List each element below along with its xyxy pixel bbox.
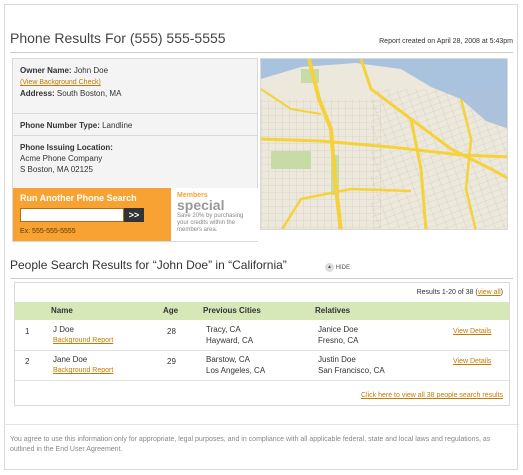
- map-image: [261, 59, 507, 229]
- column-header-cities: Previous Cities: [203, 306, 261, 315]
- phone-search-box: Run Another Phone Search >> Ex: 555-555-…: [13, 188, 171, 241]
- row-city-1: Barstow, CA: [206, 355, 251, 364]
- row-age: 29: [167, 357, 176, 366]
- column-header-relatives: Relatives: [315, 306, 351, 315]
- page-title: Phone Results For (555) 555-5555: [10, 30, 226, 46]
- column-header-name: Name: [51, 306, 73, 315]
- footer-divider: [4, 424, 519, 425]
- search-title: Run Another Phone Search: [20, 193, 137, 203]
- row-number: 2: [25, 357, 30, 366]
- collapse-triangle-icon: ▲: [325, 263, 334, 272]
- view-all-results-link[interactable]: Click here to view all 38 people search …: [361, 392, 503, 399]
- phone-type-value: Landline: [102, 121, 133, 130]
- hide-label: HIDE: [335, 265, 351, 272]
- column-header-age: Age: [163, 306, 179, 315]
- issuing-label: Phone Issuing Location:: [20, 143, 113, 152]
- results-count: Results 1-20 of 38 (view all): [417, 289, 503, 296]
- owner-section: Owner Name: John Doe (View Background Ch…: [13, 59, 257, 114]
- row-relative-2: Fresno, CA: [318, 336, 359, 345]
- results-count-text: Results 1-20 of 38 (: [416, 289, 478, 296]
- phone-search-input[interactable]: [20, 208, 124, 222]
- phone-type-section: Phone Number Type: Landline: [13, 114, 257, 136]
- people-results-title: People Search Results for “John Doe” in …: [10, 258, 287, 272]
- row-relative-1: Justin Doe: [318, 355, 356, 364]
- view-all-link[interactable]: view all: [478, 289, 501, 296]
- view-details-link[interactable]: View Details: [453, 356, 491, 367]
- header-divider: [10, 52, 513, 53]
- row-age: 28: [167, 327, 176, 336]
- members-promo-text: Save 20% by purchasing your credits with…: [177, 213, 244, 233]
- view-background-check-link[interactable]: (View Background Check): [20, 79, 101, 86]
- search-example: Ex: 555-555-5555: [20, 228, 76, 235]
- special-label: special: [177, 197, 225, 213]
- row-city-2: Hayward, CA: [206, 336, 254, 345]
- phone-info-panel: Owner Name: John Doe (View Background Ch…: [12, 58, 259, 242]
- row-number: 1: [25, 327, 30, 336]
- table-row: 1 J Doe Background Report 28 Tracy, CA H…: [15, 321, 509, 351]
- background-report-link[interactable]: Background Report: [53, 335, 113, 346]
- row-name: J Doe: [53, 325, 74, 334]
- table-row: 2 Jane Doe Background Report 29 Barstow,…: [15, 351, 509, 381]
- issuing-company: Acme Phone Company: [20, 154, 103, 163]
- people-results-table: Results 1-20 of 38 (view all) Name Age P…: [14, 282, 510, 406]
- people-divider: [10, 278, 513, 279]
- row-city-2: Los Angeles, CA: [206, 366, 266, 375]
- background-report-link[interactable]: Background Report: [53, 365, 113, 376]
- address-value: South Boston, MA: [56, 89, 122, 98]
- results-count-close: ): [500, 289, 503, 296]
- report-date: Report created on April 28, 2008 at 5:43…: [379, 38, 513, 45]
- search-submit-button[interactable]: >>: [124, 208, 144, 222]
- issuing-location: S Boston, MA 02125: [20, 165, 93, 174]
- issuing-section: Phone Issuing Location: Acme Phone Compa…: [13, 136, 257, 188]
- owner-name-label: Owner Name:: [20, 66, 72, 75]
- members-special-promo[interactable]: Members special Save 20% by purchasing y…: [171, 188, 259, 241]
- row-relative-2: San Francisco, CA: [318, 366, 385, 375]
- row-relative-1: Janice Doe: [318, 325, 359, 334]
- view-details-link[interactable]: View Details: [453, 326, 491, 337]
- table-header: Name Age Previous Cities Relatives: [15, 302, 509, 320]
- address-label: Address:: [20, 89, 55, 98]
- legal-disclaimer: You agree to use this information only f…: [10, 436, 491, 453]
- street-map[interactable]: [260, 58, 508, 230]
- hide-results-button[interactable]: ▲ HIDE: [325, 263, 350, 272]
- row-name: Jane Doe: [53, 355, 88, 364]
- owner-name-value: John Doe: [73, 66, 109, 75]
- row-city-1: Tracy, CA: [206, 325, 241, 334]
- phone-type-label: Phone Number Type:: [20, 121, 100, 130]
